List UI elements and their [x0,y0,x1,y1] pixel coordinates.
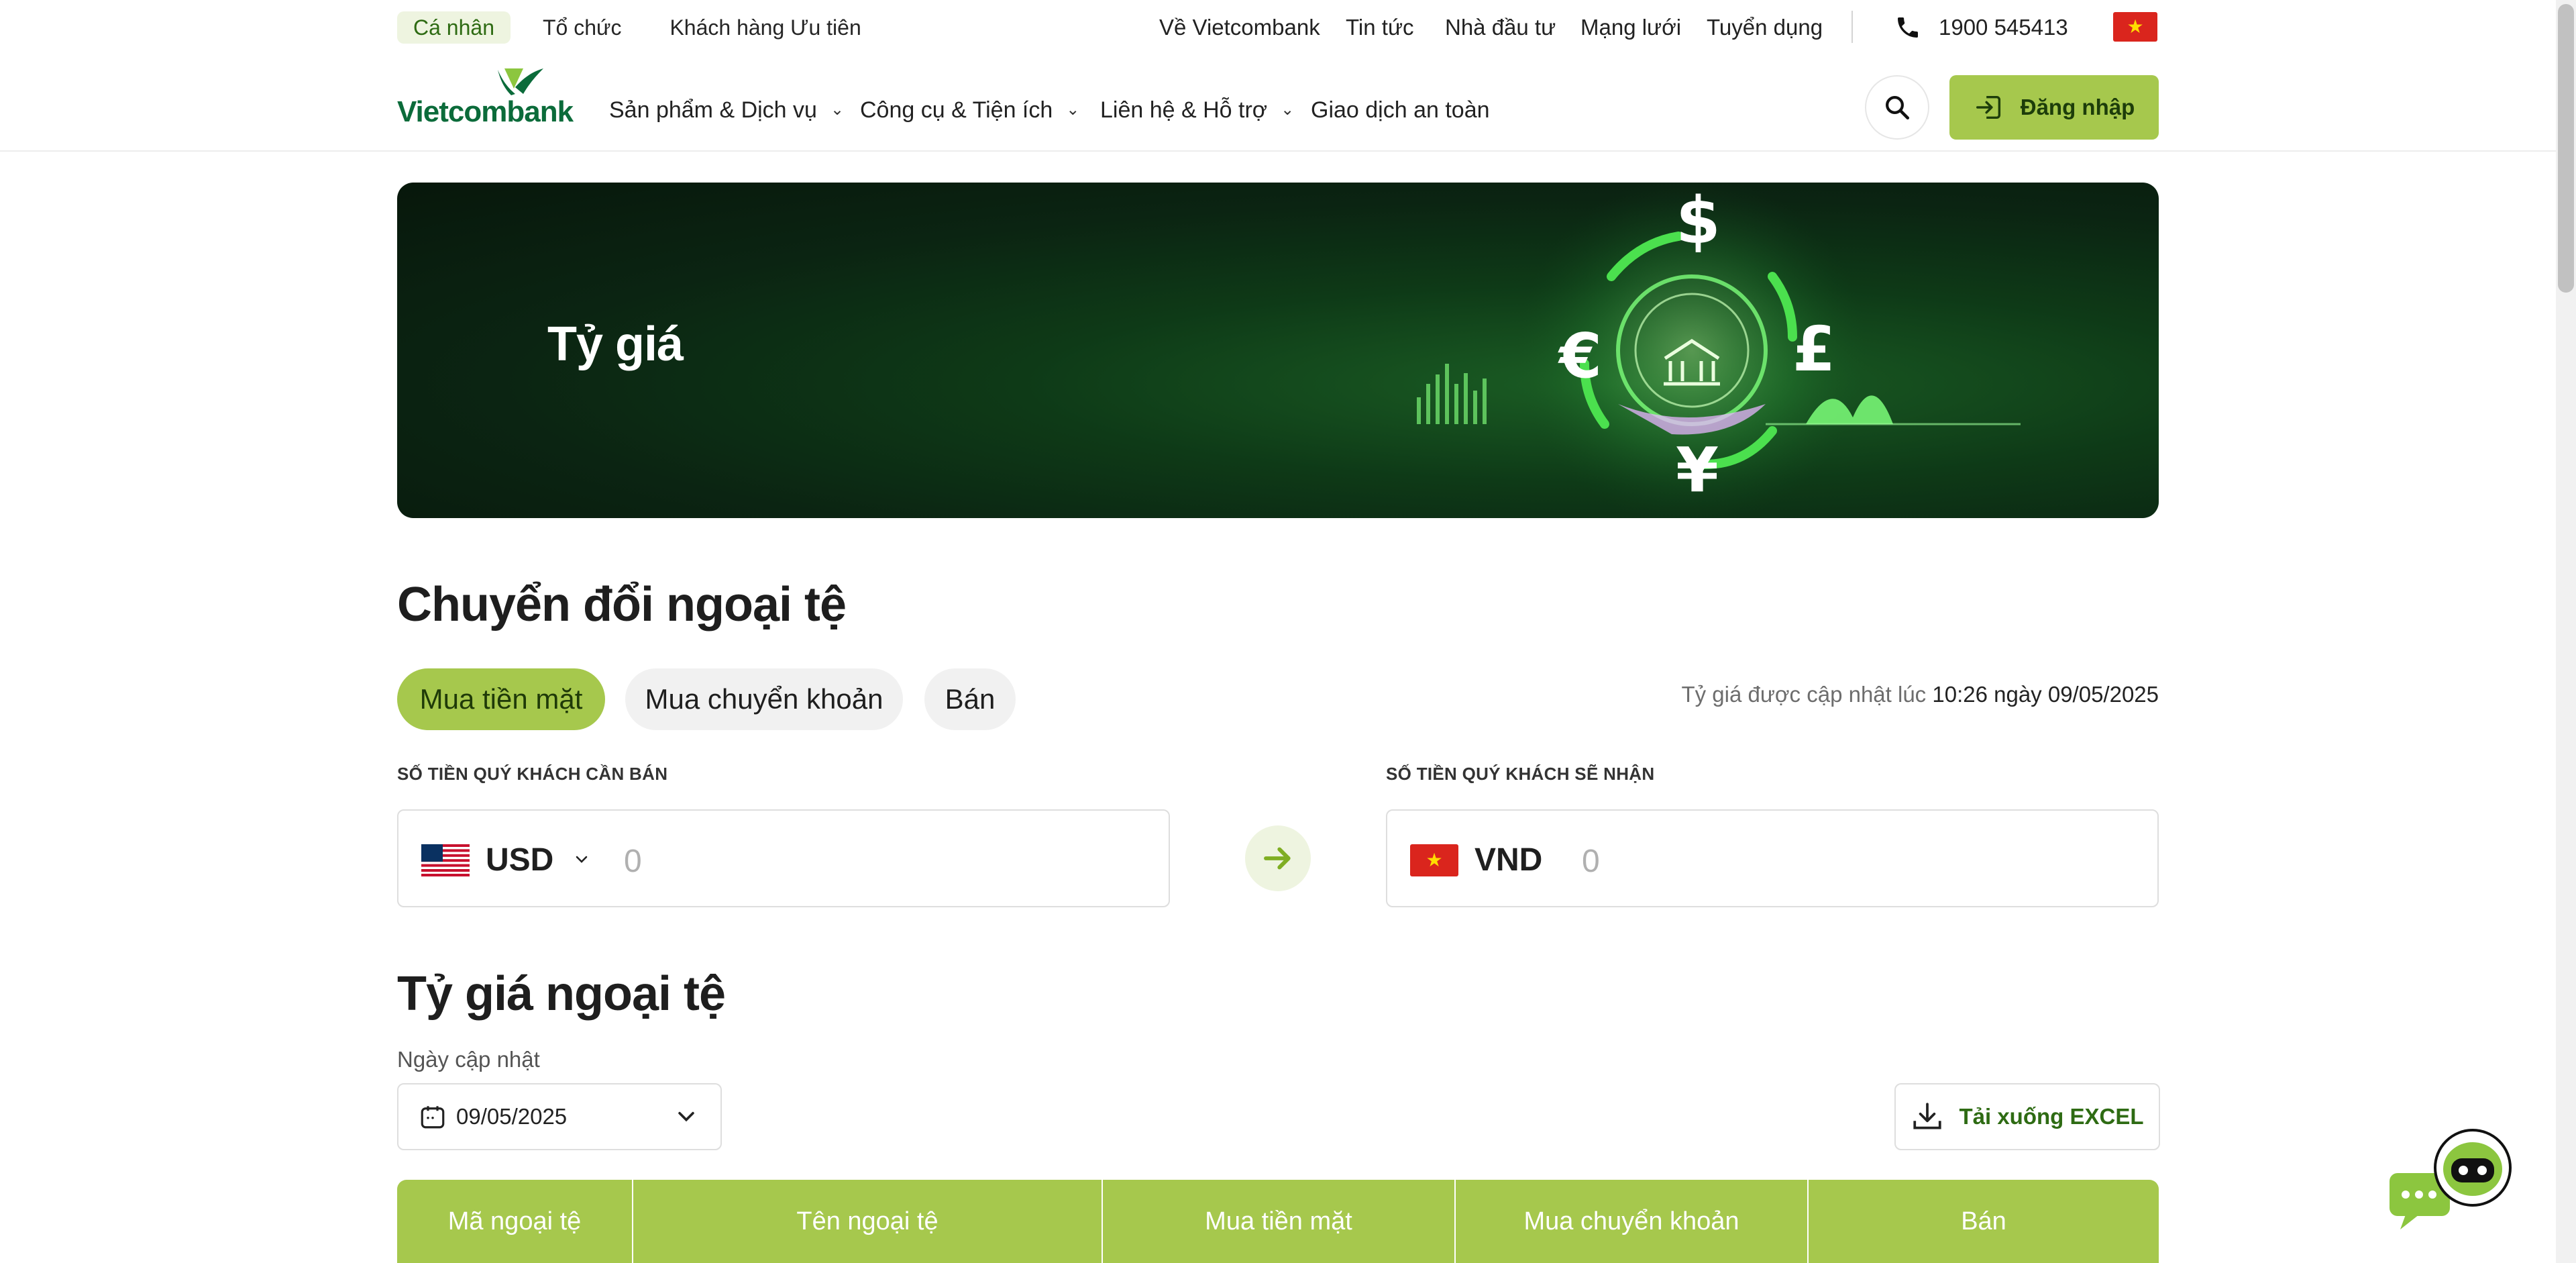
col-sell[interactable]: Bán [1809,1180,2159,1263]
customer-segment-switcher: Cá nhân Tổ chức Khách hàng Ưu tiên [397,9,894,46]
us-flag-icon [421,844,470,876]
arrow-right-icon [1264,847,1291,870]
chevron-down-icon: ⌄ [1281,101,1295,119]
nav-label: Sản phẩm & Dịch vụ [609,97,817,123]
rates-table-header: Mã ngoại tệ Tên ngoại tệ Mua tiền mặt Mu… [397,1180,2159,1263]
col-currency-code[interactable]: Mã ngoại tệ [397,1180,633,1263]
download-icon [1913,1103,1942,1129]
link-network[interactable]: Mạng lưới [1580,9,1681,46]
from-currency-select[interactable]: USD [486,842,553,878]
svg-text:€: € [1558,320,1602,392]
receive-amount-label: SỐ TIỀN QUÝ KHÁCH SẼ NHẬN [1386,764,1655,784]
logo-wordmark[interactable]: Vietcombank [397,95,574,129]
date-picker[interactable]: 09/05/2025 [397,1083,722,1150]
col-buy-transfer[interactable]: Mua chuyển khoản [1456,1180,1809,1263]
vn-flag-icon: ★ [1410,844,1458,876]
svg-text:¥: ¥ [1676,434,1719,506]
download-label: Tải xuống EXCEL [1959,1104,2144,1129]
receive-amount-field: ★ VND 0 [1386,809,2159,907]
convert-arrow-button[interactable] [1245,825,1311,891]
tab-buy-cash[interactable]: Mua tiền mặt [397,668,605,730]
to-currency: VND [1474,842,1543,878]
tab-buy-transfer[interactable]: Mua chuyển khoản [625,668,903,730]
from-amount-input[interactable]: 0 [624,843,642,880]
nav-tools-utilities[interactable]: Công cụ & Tiện ích ⌄ [860,94,1079,126]
nav-label: Giao dịch an toàn [1311,97,1490,123]
vn-flag-icon[interactable]: ★ [2113,12,2157,42]
topbar-divider [1851,11,1853,43]
segment-personal[interactable]: Cá nhân [397,11,511,44]
converter-heading: Chuyển đổi ngoại tệ [397,578,847,632]
rate-update-note: Tỷ giá được cập nhật lúc 10:26 ngày 09/0… [1681,682,2159,707]
calendar-icon [421,1106,445,1129]
chevron-down-icon: ⌄ [1066,101,1080,119]
currency-exchange-illustration: $ € £ ¥ [1417,183,2021,518]
hotline[interactable]: 1900 545413 [1894,9,2068,46]
selected-date: 09/05/2025 [456,1104,568,1129]
update-date-label: Ngày cập nhật [397,1047,540,1072]
rates-heading: Tỷ giá ngoại tệ [397,967,726,1021]
sell-amount-label: SỐ TIỀN QUÝ KHÁCH CẦN BÁN [397,764,668,784]
login-label: Đăng nhập [2020,95,2135,119]
svg-text:$: $ [1676,183,1721,258]
link-careers[interactable]: Tuyển dụng [1707,9,1823,46]
nav-contact-support[interactable]: Liên hệ & Hỗ trợ ⌄ [1100,94,1294,126]
chevron-down-icon[interactable] [572,851,592,867]
page-title: Tỷ giá [547,317,684,371]
update-time: 10:26 ngày 09/05/2025 [1932,682,2159,707]
chevron-down-icon: ⌄ [830,101,845,119]
chevron-down-icon [678,1111,694,1122]
download-excel-button[interactable]: Tải xuống EXCEL [1894,1083,2160,1150]
link-about[interactable]: Về Vietcombank [1159,9,1320,46]
update-prefix: Tỷ giá được cập nhật lúc [1681,682,1927,707]
nav-label: Công cụ & Tiện ích [860,97,1053,123]
nav-products-services[interactable]: Sản phẩm & Dịch vụ ⌄ [609,94,844,126]
link-news[interactable]: Tin tức [1346,9,1414,46]
nav-safe-transactions[interactable]: Giao dịch an toàn [1311,94,1490,126]
search-button[interactable] [1865,75,1929,140]
segment-organization[interactable]: Tổ chức [527,11,637,44]
chatbot-icon[interactable] [2385,1129,2516,1231]
hotline-number: 1900 545413 [1939,15,2068,40]
phone-icon [1898,17,1918,38]
search-icon [1886,96,1910,120]
col-buy-cash[interactable]: Mua tiền mặt [1103,1180,1456,1263]
link-investors[interactable]: Nhà đầu tư [1445,9,1556,46]
hero-banner: Tỷ giá $ € £ ¥ [397,183,2159,518]
tab-sell[interactable]: Bán [924,668,1016,730]
utility-bar: Cá nhân Tổ chức Khách hàng Ưu tiên Về Vi… [0,0,2576,55]
segment-priority[interactable]: Khách hàng Ưu tiên [653,11,877,44]
sell-amount-field: USD 0 [397,809,1170,907]
login-icon [1976,95,2000,119]
login-button[interactable]: Đăng nhập [1949,75,2159,140]
to-amount-output: 0 [1582,844,1600,879]
nav-label: Liên hệ & Hỗ trợ [1100,97,1268,123]
col-currency-name[interactable]: Tên ngoại tệ [633,1180,1103,1263]
page-scrollbar-thumb[interactable] [2558,4,2574,293]
svg-text:£: £ [1792,313,1835,385]
